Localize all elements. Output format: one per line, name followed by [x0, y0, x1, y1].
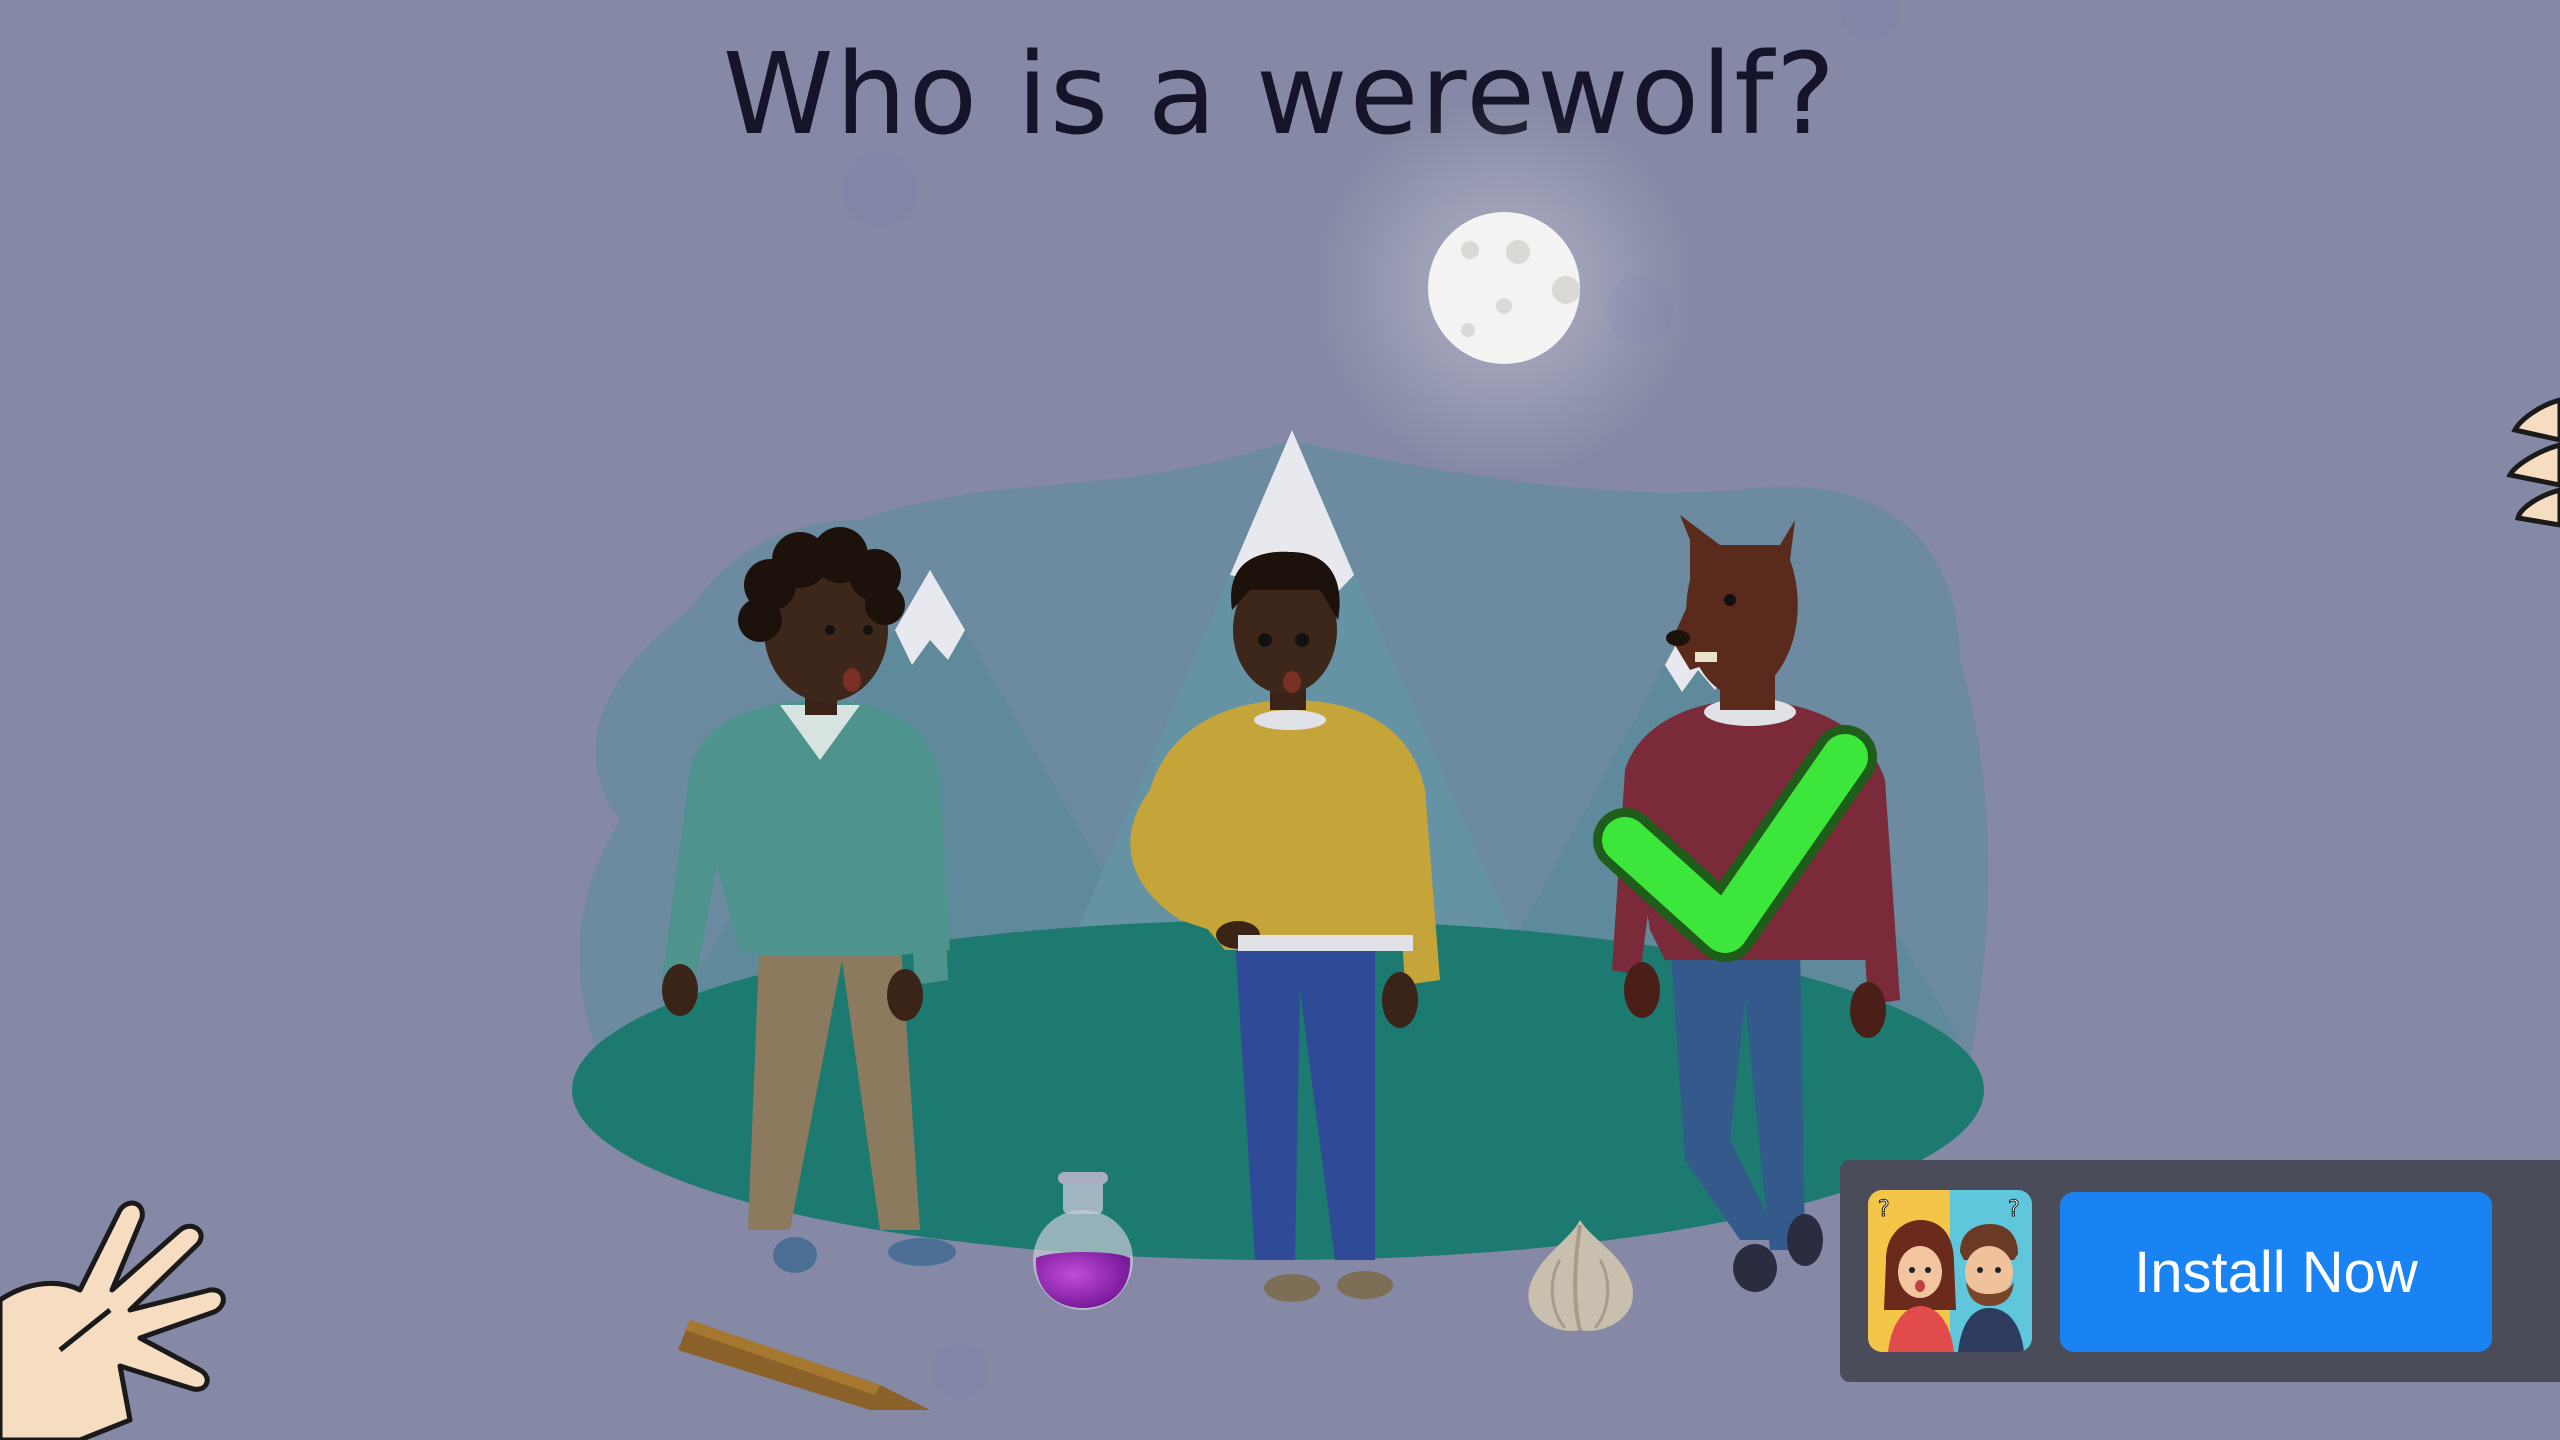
svg-text:?: ? [1878, 1197, 1890, 1222]
tutorial-hand-icon [0, 1200, 226, 1440]
install-now-button[interactable]: Install Now [2060, 1192, 2492, 1352]
couple-app-icon[interactable]: ? ? [1868, 1190, 2032, 1352]
tutorial-hand-edge-icon [2506, 397, 2560, 528]
svg-text:?: ? [2008, 1197, 2020, 1222]
moon [1428, 212, 1580, 364]
wooden-stake[interactable] [678, 1320, 930, 1410]
ad-banner[interactable]: ? ? Install Now [1840, 1160, 2560, 1382]
